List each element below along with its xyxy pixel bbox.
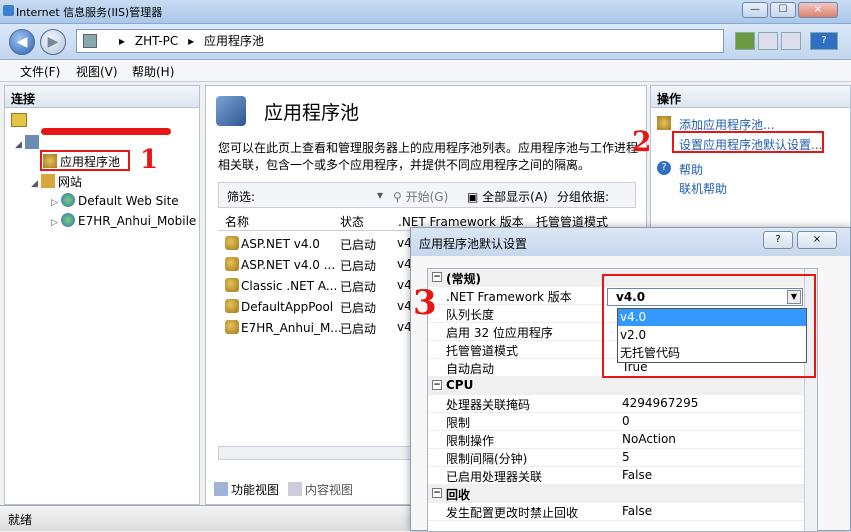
menu-bar: 文件(F) 视图(V) 帮助(H): [0, 60, 851, 82]
column-name[interactable]: 名称: [225, 213, 249, 230]
back-button[interactable]: ◀: [9, 29, 35, 55]
property-disable-recycle-config[interactable]: 发生配置更改时禁止回收 False: [428, 503, 817, 521]
status-text: 就绪: [8, 513, 33, 527]
filter-dropdown-arrow[interactable]: ▾: [377, 188, 383, 202]
pool-row[interactable]: Classic .NET A... 已启动 v4: [225, 278, 425, 298]
column-status[interactable]: 状态: [340, 213, 364, 230]
maximize-button[interactable]: ☐: [770, 2, 796, 18]
folder-icon: [41, 174, 55, 188]
category-recycling[interactable]: − 回收: [428, 485, 817, 503]
add-pool-icon: [657, 116, 671, 130]
page-title: 应用程序池: [264, 102, 360, 124]
connections-panel: 连接 ◢ 应用程序池 ◢ 网站 ▷ Default Web Site ▷ E7HR_A…: [4, 85, 200, 505]
dialog-close-button[interactable]: ⨯: [797, 231, 837, 249]
highlight-box-app-pools: [40, 150, 130, 171]
connections-header: 连接: [5, 86, 199, 108]
breadcrumb-arrow: ▸: [119, 34, 126, 48]
app-pool-icon: [225, 299, 239, 313]
page-description: 您可以在此页上查看和管理服务器上的应用程序池列表。应用程序池与工作进程 相关联，…: [218, 141, 639, 172]
tree-e7hr-site[interactable]: ▷ E7HR_Anhui_Mobile: [51, 213, 196, 228]
help-icon[interactable]: ?: [810, 32, 838, 50]
pool-row[interactable]: E7HR_Anhui_M... 已启动 v4: [225, 320, 425, 340]
globe-icon: [61, 193, 75, 207]
pool-row[interactable]: ASP.NET v4.0 已启动 v4: [225, 236, 425, 256]
dialog-help-button[interactable]: ?: [763, 231, 793, 249]
breadcrumb-arrow: ▸: [188, 34, 195, 48]
help-link[interactable]: 帮助: [679, 161, 703, 178]
filter-bar: 筛选: ▾ ⚲ 开始(G) ▣ 全部显示(A) 分组依据:: [218, 182, 636, 208]
app-pool-icon: [225, 236, 239, 250]
menu-view[interactable]: 视图(V): [76, 63, 118, 80]
app-pool-icon: [225, 320, 239, 334]
property-limit[interactable]: 限制 0: [428, 413, 817, 431]
menu-help[interactable]: 帮助(H): [132, 63, 174, 80]
pool-row[interactable]: ASP.NET v4.0 ... 已启动 v4: [225, 257, 425, 277]
start-filter-button[interactable]: ⚲ 开始(G): [393, 188, 448, 205]
tree-server[interactable]: ◢: [15, 135, 42, 150]
minimize-button[interactable]: —: [742, 2, 768, 18]
refresh-icon[interactable]: [735, 32, 755, 50]
redaction-scribble: [41, 128, 171, 135]
home-icon[interactable]: [781, 32, 801, 50]
features-view-tab[interactable]: 功能视图: [214, 481, 279, 498]
horizontal-scrollbar[interactable]: [218, 446, 418, 460]
tree-default-site[interactable]: ▷ Default Web Site: [51, 193, 179, 208]
connections-tree: ◢ 应用程序池 ◢ 网站 ▷ Default Web Site ▷ E7HR_Anhu…: [5, 131, 199, 251]
breadcrumb-server[interactable]: ZHT-PC: [135, 34, 178, 48]
window-title: Internet 信息服务(IIS)管理器: [16, 6, 163, 19]
connect-icon[interactable]: [11, 113, 27, 127]
address-bar[interactable]: ▸ ZHT-PC ▸ 应用程序池: [76, 29, 724, 53]
online-help-link[interactable]: 联机帮助: [679, 180, 727, 197]
property-affinity-mask[interactable]: 处理器关联掩码 4294967295: [428, 395, 817, 413]
breadcrumb-app-pools[interactable]: 应用程序池: [204, 34, 264, 48]
group-by-label[interactable]: 分组依据:: [557, 188, 609, 205]
show-all-button[interactable]: ▣ 全部显示(A): [467, 188, 548, 205]
app-pool-large-icon: [216, 96, 246, 126]
property-affinity-enabled[interactable]: 已启用处理器关联 False: [428, 467, 817, 485]
filter-label: 筛选:: [227, 190, 256, 204]
highlight-box-net-version: [602, 274, 816, 378]
tree-sites[interactable]: ◢ 网站: [31, 173, 82, 190]
app-pool-icon: [225, 278, 239, 292]
globe-icon: [61, 213, 75, 227]
actions-header: 操作: [651, 86, 850, 108]
annotation-2: 2: [632, 125, 652, 158]
app-pool-icon: [225, 257, 239, 271]
help-icon: ?: [657, 161, 671, 175]
menu-file[interactable]: 文件(F): [20, 63, 60, 80]
server-icon: [25, 135, 39, 149]
highlight-box-set-defaults: [672, 131, 824, 153]
forward-button[interactable]: ▶: [40, 29, 66, 55]
content-view-tab[interactable]: 内容视图: [288, 481, 353, 498]
iis-icon: [3, 5, 14, 16]
title-bar: Internet 信息服务(IIS)管理器 — ☐ ⨯: [0, 0, 851, 24]
annotation-1: 1: [140, 145, 159, 175]
filter-input[interactable]: [259, 186, 369, 204]
address-bar-area: ◀ ▶ ▸ ZHT-PC ▸ 应用程序池 ?: [0, 24, 851, 60]
category-cpu[interactable]: − CPU: [428, 377, 817, 395]
stop-icon[interactable]: [758, 32, 778, 50]
property-limit-action[interactable]: 限制操作 NoAction: [428, 431, 817, 449]
annotation-3: 3: [413, 283, 437, 323]
pool-row[interactable]: DefaultAppPool 已启动 v4: [225, 299, 425, 319]
property-limit-interval[interactable]: 限制间隔(分钟) 5: [428, 449, 817, 467]
app-pool-defaults-dialog: 应用程序池默认设置 ? ⨯ − (常规) .NET Framework 版本 队列…: [410, 227, 851, 532]
server-icon: [83, 34, 97, 48]
close-button[interactable]: ⨯: [798, 2, 838, 18]
